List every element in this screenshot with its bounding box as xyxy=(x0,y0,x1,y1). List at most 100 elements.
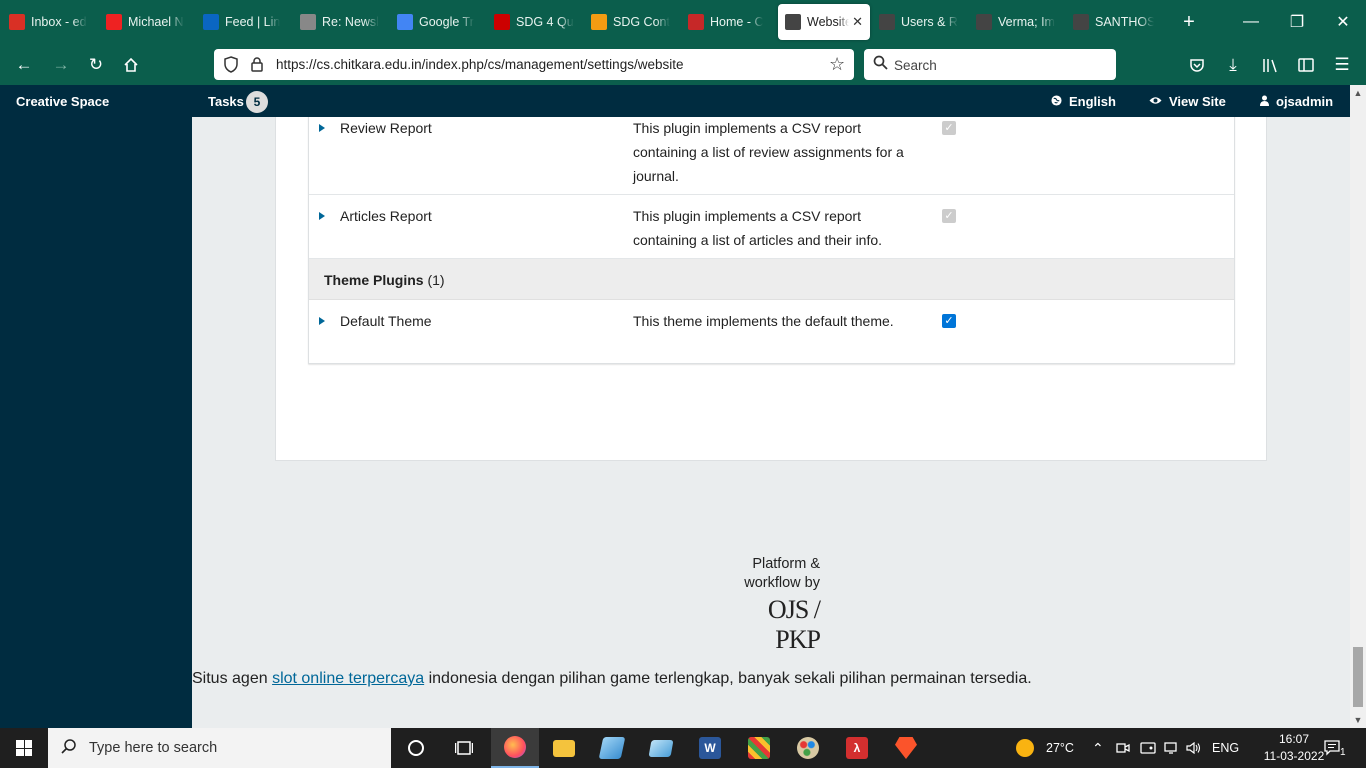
windows-taskbar: Type here to search W λ 27°C ⌃ ENG 16:07… xyxy=(0,728,1366,768)
eye-icon xyxy=(1149,96,1162,108)
app-icon-window[interactable] xyxy=(637,728,685,768)
taskbar-search-placeholder: Type here to search xyxy=(89,740,218,756)
browser-tab[interactable]: Google Tr xyxy=(390,4,485,40)
menu-icon[interactable]: ☰ xyxy=(1329,52,1355,78)
plugin-enabled-checkbox[interactable]: ✓ xyxy=(942,121,956,135)
plugin-description: This theme implements the default theme. xyxy=(633,313,894,329)
volume-icon[interactable] xyxy=(1186,728,1201,768)
tasks-count-badge[interactable]: 5 xyxy=(246,91,268,113)
meet-now-icon[interactable] xyxy=(1116,728,1130,768)
browser-search-box[interactable] xyxy=(864,49,1116,80)
expand-arrow-icon[interactable] xyxy=(319,317,325,325)
firefox-icon[interactable] xyxy=(491,728,539,768)
word-icon[interactable]: W xyxy=(686,728,734,768)
home-icon[interactable] xyxy=(118,52,144,78)
pkp-icon xyxy=(1073,14,1089,30)
pocket-icon[interactable] xyxy=(1184,52,1210,78)
browser-tab-title: Inbox - ed xyxy=(31,15,87,29)
user-menu[interactable]: ojsadmin xyxy=(1260,94,1333,109)
view-site-label: View Site xyxy=(1169,94,1226,109)
scroll-up-icon[interactable]: ▲ xyxy=(1350,85,1366,101)
app-header: Creative Space Tasks 5 English View Site… xyxy=(0,85,1350,117)
minimize-icon[interactable]: — xyxy=(1228,0,1274,44)
browser-search-input[interactable] xyxy=(894,55,1104,75)
category-count: (1) xyxy=(427,272,445,288)
site-brand[interactable]: Creative Space xyxy=(16,94,109,109)
network-icon[interactable] xyxy=(1164,728,1180,768)
address-bar[interactable]: https://cs.chitkara.edu.in/index.php/cs/… xyxy=(214,49,854,80)
plugin-row-review-report: Review Report This plugin implements a C… xyxy=(309,117,1234,195)
reload-icon[interactable]: ↻ xyxy=(83,52,109,78)
browser-tab-title: SANTHOS xyxy=(1095,15,1154,29)
expand-arrow-icon[interactable] xyxy=(319,212,325,220)
browser-tab[interactable]: Website ✕ xyxy=(778,4,870,40)
browser-tab[interactable]: Verma; Im xyxy=(969,4,1064,40)
expand-arrow-icon[interactable] xyxy=(319,124,325,132)
settings-panel: Review Report This plugin implements a C… xyxy=(275,117,1267,461)
page-scrollbar[interactable]: ▲ ▼ xyxy=(1350,85,1366,728)
browser-tab[interactable]: SDG 4 Qu xyxy=(487,4,582,40)
app-icon-games[interactable] xyxy=(735,728,783,768)
promo-text-after: indonesia dengan pilihan game terlengkap… xyxy=(424,670,1032,687)
task-view-icon[interactable] xyxy=(440,728,488,768)
browser-tab[interactable]: Feed | Lin xyxy=(196,4,291,40)
browser-tab-title: Re: Newsl xyxy=(322,15,379,29)
pkp-icon xyxy=(976,14,992,30)
input-language[interactable]: ENG xyxy=(1212,728,1239,768)
library-icon[interactable] xyxy=(1257,52,1283,78)
windows-start-button[interactable] xyxy=(0,728,48,768)
category-title: Theme Plugins xyxy=(324,272,424,288)
paint-icon[interactable] xyxy=(784,728,832,768)
new-tab-button[interactable]: + xyxy=(1177,11,1201,34)
plugin-enabled-checkbox[interactable]: ✓ xyxy=(942,314,956,328)
browser-tab[interactable]: Home - C xyxy=(681,4,776,40)
sidebar-toggle-icon[interactable] xyxy=(1293,52,1319,78)
forward-icon[interactable]: → xyxy=(48,52,74,78)
back-icon[interactable]: ← xyxy=(11,52,37,78)
browser-tab-title: Google Tr xyxy=(419,15,474,29)
app-icon-notes[interactable] xyxy=(588,728,636,768)
view-site-link[interactable]: View Site xyxy=(1149,94,1226,109)
browser-tab[interactable]: Re: Newsl xyxy=(293,4,388,40)
device-icon[interactable] xyxy=(1140,728,1156,768)
browser-tab[interactable]: Michael N xyxy=(99,4,194,40)
browser-tab[interactable]: SANTHOS xyxy=(1066,4,1161,40)
notifications-icon[interactable]: 1 xyxy=(1324,728,1346,768)
file-explorer-icon[interactable] xyxy=(540,728,588,768)
browser-tab[interactable]: Inbox - ed xyxy=(2,4,97,40)
brave-icon[interactable] xyxy=(882,728,930,768)
scrollbar-thumb[interactable] xyxy=(1353,647,1363,707)
category-header-theme-plugins: Theme Plugins (1) xyxy=(309,259,1234,300)
promo-text: Situs agen slot online terpercaya indone… xyxy=(192,670,1032,688)
plugin-row-articles-report: Articles Report This plugin implements a… xyxy=(309,195,1234,259)
shield-icon[interactable] xyxy=(223,56,239,76)
lock-icon[interactable] xyxy=(250,56,264,76)
downloads-icon[interactable]: ⤓ xyxy=(1220,52,1246,78)
plugin-enabled-checkbox[interactable]: ✓ xyxy=(942,209,956,223)
browser-tab-title: SDG 4 Qu xyxy=(516,15,574,29)
plugin-name: Articles Report xyxy=(340,208,432,224)
tray-chevron-up-icon[interactable]: ⌃ xyxy=(1092,728,1104,768)
tasks-link[interactable]: Tasks xyxy=(208,94,244,109)
globe-icon xyxy=(1051,94,1062,109)
url-text[interactable]: https://cs.chitkara.edu.in/index.php/cs/… xyxy=(276,57,683,72)
browser-tab[interactable]: SDG Cont xyxy=(584,4,679,40)
ojs-pkp-logo: OJS / PKP xyxy=(767,595,821,654)
promo-text-before: Situs agen xyxy=(192,670,273,687)
ojs-pkp-footer-logo[interactable]: Platform & workflow by OJS / PKP xyxy=(720,555,821,655)
taskbar-search-box[interactable]: Type here to search xyxy=(48,728,391,768)
promo-link[interactable]: slot online terpercaya xyxy=(272,670,424,687)
tab-close-icon[interactable]: ✕ xyxy=(852,14,863,30)
browser-tab[interactable]: Users & R xyxy=(872,4,967,40)
acrobat-icon[interactable]: λ xyxy=(833,728,881,768)
language-menu[interactable]: English xyxy=(1051,94,1116,109)
language-label: English xyxy=(1069,94,1116,109)
cortana-icon[interactable] xyxy=(392,728,440,768)
restore-icon[interactable]: ❐ xyxy=(1274,0,1320,44)
weather-widget[interactable]: 27°C xyxy=(1016,728,1074,768)
bookmark-star-icon[interactable]: ☆ xyxy=(829,54,845,75)
window-close-icon[interactable]: ✕ xyxy=(1320,0,1366,44)
rss-icon xyxy=(591,14,607,30)
scroll-down-icon[interactable]: ▼ xyxy=(1350,712,1366,728)
browser-tab-title: SDG Cont xyxy=(613,15,670,29)
